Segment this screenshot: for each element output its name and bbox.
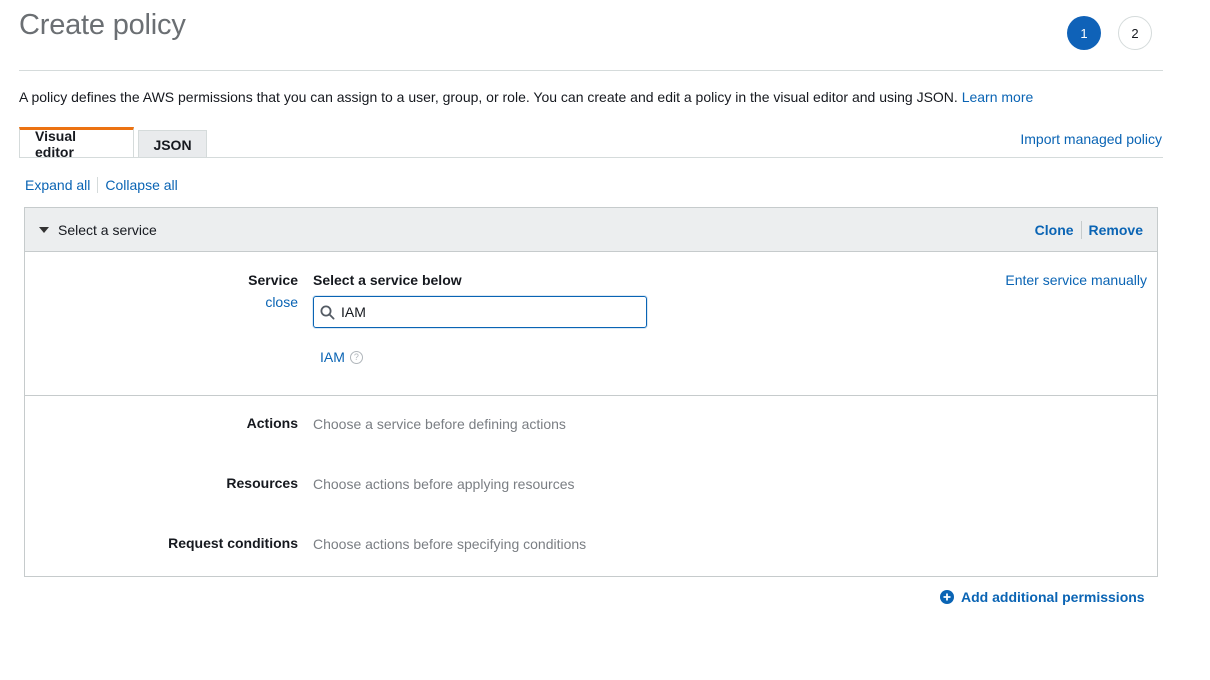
description-text: A policy defines the AWS permissions tha… [19, 89, 958, 105]
editor-tabs: Visual editor JSON [19, 127, 207, 160]
select-service-heading: Select a service below [313, 272, 462, 288]
learn-more-link[interactable]: Learn more [962, 89, 1034, 105]
divider [1080, 220, 1082, 239]
add-additional-permissions-button[interactable]: Add additional permissions [940, 589, 1145, 605]
service-section: Service close Select a service below Ent… [25, 252, 1157, 396]
resources-label: Resources [226, 475, 298, 491]
request-conditions-label: Request conditions [168, 535, 298, 551]
service-result-item: IAM ? [320, 349, 363, 365]
permission-panel: Select a service Clone Remove Service cl… [24, 207, 1158, 577]
clone-button[interactable]: Clone [1035, 222, 1074, 238]
panel-header[interactable]: Select a service Clone Remove [25, 208, 1157, 252]
tab-visual-editor[interactable]: Visual editor [19, 127, 134, 160]
page-title: Create policy [19, 9, 186, 41]
resources-placeholder: Choose actions before applying resources [313, 476, 575, 492]
policy-description: A policy defines the AWS permissions tha… [19, 89, 1033, 105]
search-icon [320, 305, 335, 320]
service-close-link[interactable]: close [265, 294, 298, 310]
collapse-all-link[interactable]: Collapse all [105, 177, 177, 193]
step-2[interactable]: 2 [1118, 16, 1152, 50]
wizard-steps: 1 2 [1067, 16, 1152, 50]
service-result-iam[interactable]: IAM [320, 349, 345, 365]
actions-label: Actions [246, 415, 298, 431]
request-conditions-placeholder: Choose actions before specifying conditi… [313, 536, 587, 552]
help-icon[interactable]: ? [349, 350, 363, 364]
step-1[interactable]: 1 [1067, 16, 1101, 50]
add-permissions-label: Add additional permissions [961, 589, 1145, 605]
service-label: Service [248, 272, 298, 288]
tabs-divider [19, 157, 1163, 158]
service-search-input[interactable] [341, 304, 621, 320]
expand-collapse-controls: Expand all Collapse all [25, 177, 178, 193]
header-divider [19, 70, 1163, 71]
caret-down-icon[interactable] [39, 226, 49, 233]
divider [97, 177, 99, 193]
plus-circle-icon [940, 590, 954, 604]
remove-button[interactable]: Remove [1089, 222, 1143, 238]
import-managed-policy-link[interactable]: Import managed policy [1020, 131, 1162, 147]
tab-json[interactable]: JSON [138, 130, 207, 158]
enter-service-manually-link[interactable]: Enter service manually [1005, 272, 1147, 288]
panel-actions: Clone Remove [1035, 220, 1143, 239]
actions-placeholder: Choose a service before defining actions [313, 416, 566, 432]
panel-title: Select a service [58, 221, 157, 238]
service-search-field[interactable] [313, 296, 647, 328]
expand-all-link[interactable]: Expand all [25, 177, 90, 193]
